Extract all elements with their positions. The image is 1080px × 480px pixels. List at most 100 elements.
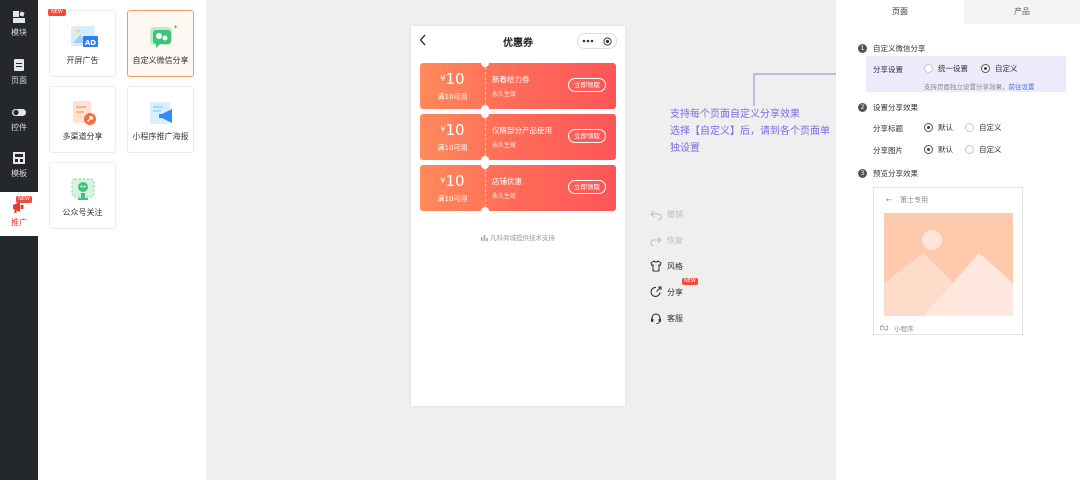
coupon-amount: 10 — [445, 172, 465, 190]
tool-label: 恢复 — [667, 235, 683, 245]
rail-label: 控件 — [11, 123, 27, 132]
tool-label: 客服 — [667, 313, 683, 323]
rail-label: 页面 — [11, 76, 27, 85]
phone-preview: 优惠券 ¥10 满10可用 新春给力券 永久生效 立即领取 ¥10 满10可用 … — [411, 26, 625, 406]
radio-image-custom[interactable]: 自定义 — [965, 144, 1002, 155]
redo-button[interactable]: 恢复 — [650, 233, 683, 247]
preview-back-arrow: ← — [886, 196, 892, 204]
component-card-multi-channel-share[interactable]: 多渠道分享 — [49, 86, 116, 153]
step-number: 3 — [858, 169, 867, 178]
shirt-icon — [650, 260, 662, 272]
close-target-icon[interactable] — [603, 36, 612, 46]
coupon-validity: 永久生效 — [492, 193, 517, 200]
coupon-value: ¥10 满10可用 — [420, 114, 485, 160]
component-card-official-account-follow[interactable]: 公众号关注 — [49, 162, 116, 229]
radio-dot — [924, 123, 933, 132]
claim-button[interactable]: 立即领取 — [568, 78, 606, 92]
rail-item-promotion[interactable]: NEW 推广 — [0, 192, 38, 236]
tab-product[interactable]: 产品 — [964, 0, 1080, 24]
component-card-splash-ad[interactable]: NEW AD 开屏广告 — [48, 9, 116, 77]
share-title-label: 分享标题 — [873, 124, 903, 133]
share-image-label: 分享图片 — [873, 146, 903, 155]
coupon-name: 仅限部分产品使用 — [492, 126, 552, 135]
coupon-card: ¥10 满10可用 新春给力券 永久生效 立即领取 — [420, 59, 616, 113]
rail-label: 模块 — [11, 28, 27, 37]
radio-image-default[interactable]: 默认 — [924, 144, 953, 155]
coupon-card: ¥10 满10可用 店铺优惠 永久生效 立即领取 — [420, 161, 616, 215]
hint-text: 支持页面独立设置分享效果， — [924, 83, 1009, 91]
new-badge: NEW — [682, 278, 698, 285]
coupon-divider — [485, 118, 486, 156]
annotation-text: 支持每个页面自定义分享效果 选择【自定义】后，请到各个页面单 独设置 — [670, 106, 840, 157]
radio-dot — [981, 64, 990, 73]
customer-service-button[interactable]: 客服 — [650, 311, 683, 325]
coupon-value: ¥10 满10可用 — [420, 63, 485, 109]
step-title: 预览分享效果 — [873, 169, 918, 178]
coupon-card: ¥10 满10可用 仅限部分产品使用 永久生效 立即领取 — [420, 110, 616, 164]
coupon-divider — [485, 67, 486, 105]
undo-button[interactable]: 撤销 — [650, 207, 683, 221]
style-button[interactable]: 风格 — [650, 259, 683, 273]
rail-item-control[interactable]: 控件 — [0, 97, 38, 141]
coupon-condition: 满10可用 — [437, 195, 468, 203]
component-label: 自定义微信分享 — [132, 56, 189, 65]
rail-item-template[interactable]: 模板 — [0, 143, 38, 187]
radio-label: 默认 — [938, 145, 953, 154]
tool-label: 撤销 — [667, 209, 683, 219]
footer-text: 凡科商城提供技术支持 — [490, 234, 556, 242]
step-number: 2 — [858, 103, 867, 112]
step-3-header: 3 预览分享效果 — [858, 168, 918, 179]
bar-chart-icon — [480, 235, 488, 241]
component-card-wechat-share[interactable]: ✦ 自定义微信分享 — [127, 10, 194, 77]
multi-channel-share-icon — [73, 101, 96, 125]
step-title: 设置分享效果 — [873, 103, 918, 112]
go-settings-link[interactable]: 前往设置 — [1009, 83, 1035, 91]
radio-dot — [965, 145, 974, 154]
preview-name: 策士专用 — [900, 196, 929, 204]
claim-button[interactable]: 立即领取 — [568, 129, 606, 143]
component-panel: NEW AD 开屏广告 ✦ 自定义微信分享 多渠道分享 小程序推广海报 公众号关… — [38, 0, 206, 480]
coupon-condition: 满10可用 — [437, 144, 468, 152]
tech-support-footer: 凡科商城提供技术支持 — [411, 232, 625, 242]
preview-footer-label: 小程序 — [894, 325, 914, 333]
annotation-line: 独设置 — [670, 143, 700, 154]
page-icon — [14, 59, 24, 71]
coupon-validity: 永久生效 — [492, 142, 517, 149]
new-badge: NEW — [16, 196, 32, 203]
redo-icon — [650, 236, 662, 246]
radio-title-custom[interactable]: 自定义 — [965, 122, 1002, 133]
coupon-amount: 10 — [445, 70, 465, 88]
radio-dot — [965, 123, 974, 132]
radio-title-default[interactable]: 默认 — [924, 122, 953, 133]
claim-button[interactable]: 立即领取 — [568, 180, 606, 194]
tool-label: 风格 — [667, 261, 683, 271]
toggle-icon — [12, 109, 26, 116]
wechat-share-icon: ✦ — [150, 24, 178, 48]
rail-item-module[interactable]: 模块 — [0, 2, 38, 46]
radio-label: 自定义 — [979, 123, 1002, 132]
coupon-divider — [485, 169, 486, 207]
component-label: 小程序推广海报 — [132, 132, 189, 141]
coupon-name: 新春给力券 — [492, 75, 530, 84]
svg-text:AD: AD — [85, 39, 96, 47]
rail-item-page[interactable]: 页面 — [0, 50, 38, 94]
poster-megaphone-icon — [150, 102, 172, 124]
radio-dot — [924, 64, 933, 73]
left-rail: 模块 页面 控件 模板 NEW 推广 — [0, 0, 38, 480]
more-icon[interactable] — [582, 39, 594, 43]
rail-label: 推广 — [11, 218, 27, 227]
radio-custom-setting[interactable]: 自定义 — [981, 63, 1018, 74]
component-card-mini-program-poster[interactable]: 小程序推广海报 — [127, 86, 194, 153]
share-button[interactable]: NEW 分享 — [650, 278, 698, 299]
tab-page[interactable]: 页面 — [836, 0, 964, 24]
radio-label: 统一设置 — [938, 64, 968, 73]
component-label: 开屏广告 — [66, 56, 99, 65]
undo-icon — [650, 210, 662, 220]
mini-program-icon — [879, 325, 889, 331]
mini-program-capsule — [577, 33, 617, 49]
splash-ad-icon: AD — [71, 26, 98, 47]
block-icon — [13, 11, 25, 23]
radio-unified-setting[interactable]: 统一设置 — [924, 63, 968, 74]
template-icon — [13, 152, 25, 164]
image-placeholder-icon — [884, 213, 1013, 316]
